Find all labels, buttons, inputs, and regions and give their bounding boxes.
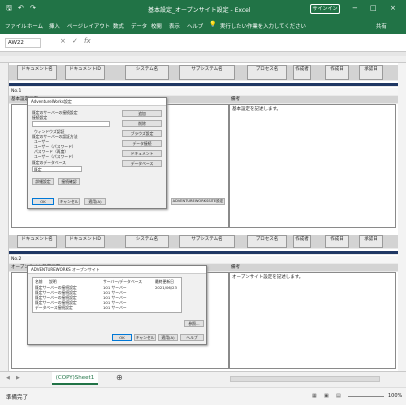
- share-button[interactable]: 共有: [376, 22, 387, 30]
- close-icon[interactable]: ×: [390, 4, 396, 12]
- add-sheet-icon[interactable]: ⊕: [116, 373, 123, 382]
- no-row: No.1: [9, 88, 398, 96]
- apply-button[interactable]: 適用(A): [158, 334, 178, 341]
- database-select[interactable]: 既定: [32, 166, 82, 172]
- approved-date-label: 承認日: [359, 235, 383, 248]
- doc-id-label: ドキュメントID: [65, 235, 105, 248]
- dialog-title: AdventureWorks設定: [28, 98, 166, 106]
- redo-icon[interactable]: ↷: [30, 4, 36, 12]
- data-connection-button[interactable]: データ接続: [122, 140, 162, 147]
- author-label: 作成者: [293, 65, 311, 80]
- section-divider: [9, 251, 398, 255]
- tab-view[interactable]: 表示: [169, 22, 180, 30]
- tab-prev-icon[interactable]: ◀: [6, 375, 10, 381]
- page-break-icon[interactable]: ▤: [336, 393, 341, 399]
- title-bar: 🖫 ↶ ↷ 基本設定_オープンサイト設定 - Excel サインイン − □ ×: [0, 0, 406, 18]
- function-icon[interactable]: fx: [84, 37, 91, 45]
- created-date-label: 作成日: [325, 65, 349, 80]
- formula-bar: AW22 × ✓ fx: [0, 34, 406, 52]
- doc-id-label: ドキュメントID: [65, 65, 105, 80]
- name-box[interactable]: AW22: [5, 38, 41, 48]
- browse-button[interactable]: ブラウズ設定: [122, 130, 162, 137]
- cancel-button[interactable]: キャンセル: [58, 198, 80, 205]
- system-name-label: システム名: [125, 65, 169, 80]
- tell-me-search[interactable]: 実行したい作業を入力してください: [220, 22, 306, 30]
- author-label: 作成者: [293, 235, 311, 248]
- note-text: オープンサイト設定を記述します。: [232, 275, 304, 280]
- cancel-icon[interactable]: ×: [60, 37, 66, 45]
- advanced-button[interactable]: 詳細設定: [32, 178, 54, 185]
- site-list[interactable]: 名前 説明 サーバー/データベース 最終更新日 既定サーバーの接続設定 101 …: [32, 277, 182, 313]
- open-site-dialog: ADVENTUREWORKS オープンサイト 名前 説明 サーバー/データベース…: [27, 265, 207, 345]
- vertical-scrollbar[interactable]: [398, 63, 406, 371]
- note-pane: オープンサイト設定を記述します。: [229, 272, 396, 369]
- doc-name-label: ドキュメント名: [17, 65, 57, 80]
- tab-review[interactable]: 校閲: [151, 22, 162, 30]
- list-item[interactable]: データベース接続設定: [35, 305, 73, 311]
- tab-data[interactable]: データ: [131, 22, 147, 30]
- cancel-button[interactable]: キャンセル: [134, 334, 156, 341]
- tab-page-layout[interactable]: ページレイアウト: [67, 22, 110, 30]
- browse-button[interactable]: 参照...: [184, 320, 204, 327]
- test-connection-button[interactable]: 接続確認: [58, 178, 80, 185]
- tab-insert[interactable]: 挿入: [49, 22, 60, 30]
- no-row: No.2: [9, 256, 398, 264]
- note-text: 基本設定を記述します。: [232, 107, 282, 112]
- delete-button[interactable]: 削除: [122, 120, 162, 127]
- sheet-tabs-bar: ◀ ▶ (COPY)Sheet1 ⊕: [0, 371, 406, 387]
- note-label: 備考: [231, 97, 240, 102]
- horizontal-scrollbar[interactable]: [230, 376, 380, 382]
- add-button[interactable]: 追加: [122, 110, 162, 117]
- normal-view-icon[interactable]: ▦: [312, 393, 317, 399]
- ok-button[interactable]: OK: [32, 198, 54, 205]
- sheet-tab-copy-sheet1[interactable]: (COPY)Sheet1: [52, 372, 98, 385]
- created-date-label: 作成日: [325, 235, 349, 248]
- ribbon-tabs: ファイル ホーム 挿入 ページレイアウト 数式 データ 校閲 表示 ヘルプ 💡 …: [0, 18, 406, 34]
- tab-help[interactable]: ヘルプ: [187, 22, 203, 30]
- save-icon[interactable]: 🖫: [6, 4, 12, 15]
- apply-button[interactable]: 適用(A): [84, 198, 106, 205]
- minimize-icon[interactable]: −: [352, 4, 358, 12]
- process-name-label: プロセス名: [247, 65, 287, 80]
- status-bar: 準備完了 ▦ ▣ ▤ 100%: [0, 387, 406, 405]
- doc-name-label: ドキュメント名: [17, 235, 57, 248]
- zoom-slider[interactable]: [348, 396, 384, 397]
- help-button[interactable]: ヘルプ: [180, 334, 204, 341]
- connection-field[interactable]: [32, 121, 110, 127]
- settings-dialog: AdventureWorks設定 既定のサーバーの接続設定 接続設定 ウィンドウ…: [27, 97, 167, 209]
- document-title: 基本設定_オープンサイト設定 - Excel: [148, 7, 251, 14]
- ok-button[interactable]: OK: [112, 334, 132, 341]
- tab-next-icon[interactable]: ▶: [16, 375, 20, 381]
- tab-formulas[interactable]: 数式: [113, 22, 124, 30]
- section-divider: [9, 83, 398, 87]
- status-text: 準備完了: [6, 395, 29, 401]
- note-pane: 基本設定を記述します。: [229, 104, 396, 228]
- page-layout-icon[interactable]: ▣: [324, 393, 329, 399]
- maximize-icon[interactable]: □: [370, 4, 377, 12]
- tab-home[interactable]: ホーム: [27, 22, 43, 30]
- approved-date-label: 承認日: [359, 65, 383, 80]
- note-label: 備考: [231, 265, 240, 270]
- subsystem-name-label: サブシステム名: [179, 235, 235, 248]
- enter-icon[interactable]: ✓: [72, 37, 78, 45]
- section-number: No.2: [11, 257, 22, 262]
- database-button[interactable]: データベース: [122, 160, 162, 167]
- row-headers[interactable]: [0, 63, 9, 371]
- tab-file[interactable]: ファイル: [5, 22, 27, 30]
- undo-icon[interactable]: ↶: [18, 4, 24, 12]
- document-header-row: ドキュメント名 ドキュメントID システム名 サブシステム名 プロセス名 作成者…: [9, 65, 398, 81]
- section-number: No.1: [11, 89, 22, 94]
- system-name-label: システム名: [125, 235, 169, 248]
- sign-in-button[interactable]: サインイン: [310, 4, 340, 14]
- site-settings-button[interactable]: ADVENTUREWORKSSITE設定: [171, 198, 225, 205]
- process-name-label: プロセス名: [247, 235, 287, 248]
- document-header-row: ドキュメント名 ドキュメントID システム名 サブシステム名 プロセス名 作成者…: [9, 235, 398, 249]
- lightbulb-icon: 💡: [209, 21, 217, 28]
- column-headers[interactable]: [0, 56, 406, 63]
- zoom-level[interactable]: 100%: [388, 393, 402, 399]
- subsystem-name-label: サブシステム名: [179, 65, 235, 80]
- dialog-title: ADVENTUREWORKS オープンサイト: [28, 266, 206, 274]
- document-button[interactable]: ドキュメント: [122, 150, 162, 157]
- worksheet-grid[interactable]: ドキュメント名 ドキュメントID システム名 サブシステム名 プロセス名 作成者…: [9, 63, 398, 371]
